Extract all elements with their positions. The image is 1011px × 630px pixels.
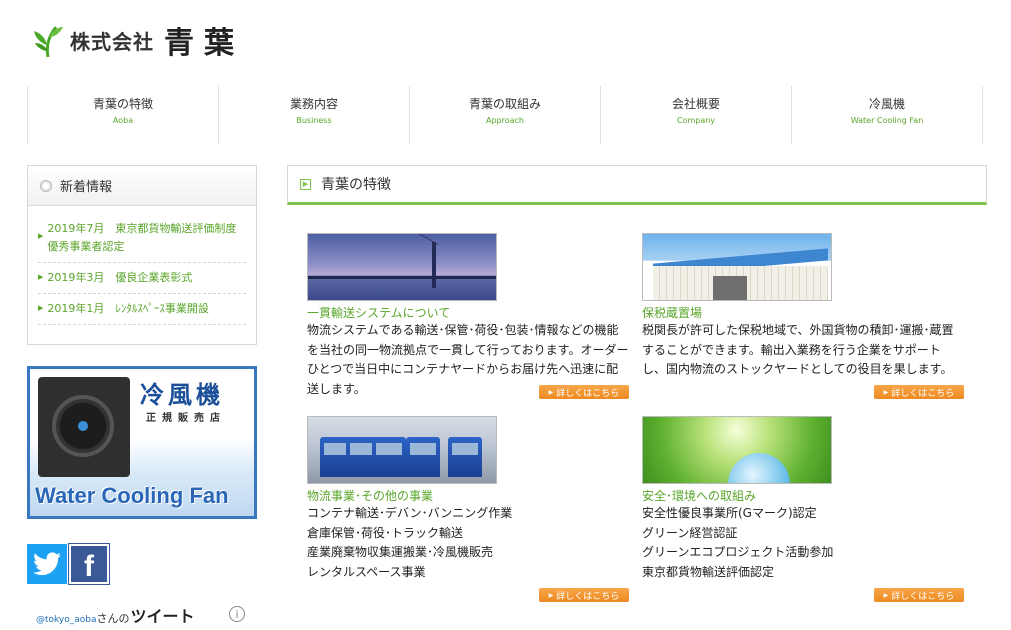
triangle-right-icon: ▶ — [883, 591, 889, 599]
nav-sublabel: Approach — [485, 116, 524, 125]
circle-bullet-icon — [40, 179, 52, 192]
more-label: 詳しくはこちら — [556, 591, 620, 602]
section-header: ▶ 青葉の特徴 — [287, 165, 987, 205]
more-button[interactable]: ▶ 詳しくはこちら — [874, 588, 964, 602]
arrow-box-icon: ▶ — [300, 178, 311, 190]
trucks-photo[interactable] — [307, 416, 497, 484]
nav-sublabel: Water Cooling Fan — [850, 116, 924, 125]
nav-item-company[interactable]: 会社概要 Company — [601, 86, 792, 144]
twitter-button[interactable] — [27, 544, 67, 584]
card-list-item: グリーンエコプロジェクト活動参加 — [642, 545, 834, 559]
card-list: 安全性優良事業所(Gマーク)認定 グリーン経営認証 グリーンエコプロジェクト活動… — [642, 504, 964, 582]
logo-company-type: 株式会社 — [70, 29, 154, 54]
card-list-item: コンテナ輸送･デバン･バンニング作業 — [307, 506, 513, 520]
section-title: 青葉の特徴 — [321, 177, 391, 193]
news-item-text: 2019年1月 ﾚﾝﾀﾙｽﾍﾟｰｽ事業開設 — [47, 302, 209, 315]
feature-card-bonded: 保税蔵置場 税関長が許可した保税地域で、外国貨物の積卸･運搬･蔵置することができ… — [642, 233, 964, 403]
cooling-fan-banner[interactable]: 冷風機 正規販売店 Water Cooling Fan — [27, 366, 257, 519]
nav-label: 青葉の特徴 — [92, 97, 153, 111]
card-list-item: 安全性優良事業所(Gマーク)認定 — [642, 506, 817, 520]
triangle-right-icon: ▶ — [548, 591, 554, 599]
news-item[interactable]: ▶ 2019年1月 ﾚﾝﾀﾙｽﾍﾟｰｽ事業開設 — [38, 294, 246, 325]
tweet-label: ツイート — [130, 607, 195, 626]
tweet-san-label: さんの — [96, 612, 130, 625]
more-label: 詳しくはこちら — [556, 388, 620, 399]
news-item-text: 2019年7月 東京都貨物輸送評価制度優秀事業者認定 — [47, 222, 237, 253]
nav-item-aoba[interactable]: 青葉の特徴 Aoba — [28, 86, 219, 144]
banner-title: 冷風機 — [140, 380, 224, 409]
nav-item-approach[interactable]: 青葉の取組み Approach — [410, 86, 601, 144]
more-button[interactable]: ▶ 詳しくはこちら — [539, 588, 629, 602]
logo-company-name: 青葉 — [164, 26, 244, 61]
facebook-f-icon: f — [84, 550, 94, 583]
nav-item-cooling-fan[interactable]: 冷風機 Water Cooling Fan — [792, 86, 983, 144]
news-item-text: 2019年3月 優良企業表彰式 — [47, 271, 193, 284]
banner-subtitle: 正規販売店 — [146, 413, 226, 424]
card-list-item: レンタルスペース事業 — [307, 564, 426, 579]
news-box: 新着情報 ▶ 2019年7月 東京都貨物輸送評価制度優秀事業者認定 ▶ 2019… — [27, 165, 257, 345]
global-nav: 青葉の特徴 Aoba 業務内容 Business 青葉の取組み Approach… — [27, 86, 983, 144]
twitter-bird-icon — [33, 552, 61, 576]
eco-globe-photo[interactable] — [642, 416, 832, 484]
card-title[interactable]: 物流事業･その他の事業 — [307, 488, 629, 504]
card-title[interactable]: 保税蔵置場 — [642, 305, 964, 321]
bridge-photo[interactable] — [307, 233, 497, 301]
nav-label: 会社概要 — [671, 97, 720, 111]
triangle-right-icon: ▶ — [38, 304, 44, 312]
nav-sublabel: Aoba — [112, 116, 134, 125]
card-title[interactable]: 一貫輸送システムについて — [307, 305, 629, 321]
nav-label: 冷風機 — [868, 97, 905, 111]
card-list-item: 倉庫保管･荷役･トラック輸送 — [307, 525, 464, 540]
fan-product-image — [38, 377, 130, 477]
triangle-right-icon: ▶ — [38, 273, 44, 281]
banner-english-title: Water Cooling Fan — [35, 483, 229, 508]
triangle-right-icon: ▶ — [883, 388, 889, 396]
news-list: ▶ 2019年7月 東京都貨物輸送評価制度優秀事業者認定 ▶ 2019年3月 優… — [28, 206, 256, 325]
more-button[interactable]: ▶ 詳しくはこちら — [539, 385, 629, 399]
news-item[interactable]: ▶ 2019年7月 東京都貨物輸送評価制度優秀事業者認定 — [38, 214, 246, 263]
more-label: 詳しくはこちら — [891, 591, 955, 602]
more-label: 詳しくはこちら — [891, 388, 955, 399]
nav-label: 業務内容 — [289, 97, 338, 111]
tweet-timeline-header: @tokyo_aoba さんの ツイート — [36, 603, 195, 627]
social-buttons: f — [27, 543, 110, 585]
nav-sublabel: Business — [296, 116, 332, 125]
facebook-button[interactable]: f — [68, 543, 110, 585]
info-icon[interactable]: i — [229, 606, 245, 622]
twitter-handle-link[interactable]: @tokyo_aoba — [36, 615, 97, 625]
warehouse-photo[interactable] — [642, 233, 832, 301]
card-list-item: 東京都貨物輸送評価認定 — [642, 564, 775, 579]
site-logo[interactable]: 株式会社 青葉 — [32, 20, 244, 61]
news-header: 新着情報 — [28, 166, 256, 206]
card-list-item: 産業廃棄物収集運搬業･冷風機販売 — [307, 545, 494, 559]
news-item[interactable]: ▶ 2019年3月 優良企業表彰式 — [38, 263, 246, 294]
feature-card-logistics: 物流事業･その他の事業 コンテナ輸送･デバン･バンニング作業 倉庫保管･荷役･ト… — [307, 416, 629, 604]
card-list: コンテナ輸送･デバン･バンニング作業 倉庫保管･荷役･トラック輸送 産業廃棄物収… — [307, 504, 629, 582]
feature-card-environment: 安全･環境への取組み 安全性優良事業所(Gマーク)認定 グリーン経営認証 グリー… — [642, 416, 964, 604]
card-body: 税関長が許可した保税地域で、外国貨物の積卸･運搬･蔵置することができます。輸出入… — [642, 323, 954, 376]
card-title[interactable]: 安全･環境への取組み — [642, 488, 964, 504]
card-list-item: グリーン経営認証 — [642, 525, 738, 540]
more-button[interactable]: ▶ 詳しくはこちら — [874, 385, 964, 399]
triangle-right-icon: ▶ — [548, 388, 554, 396]
nav-label: 青葉の取組み — [468, 97, 541, 111]
news-title: 新着情報 — [60, 180, 113, 195]
triangle-right-icon: ▶ — [38, 232, 44, 240]
nav-sublabel: Company — [676, 116, 716, 125]
leaf-logo-icon — [34, 26, 63, 58]
nav-item-business[interactable]: 業務内容 Business — [219, 86, 410, 144]
feature-card-transport: 一貫輸送システムについて 物流システムである輸送･保管･荷役･包装･情報などの機… — [307, 233, 629, 403]
